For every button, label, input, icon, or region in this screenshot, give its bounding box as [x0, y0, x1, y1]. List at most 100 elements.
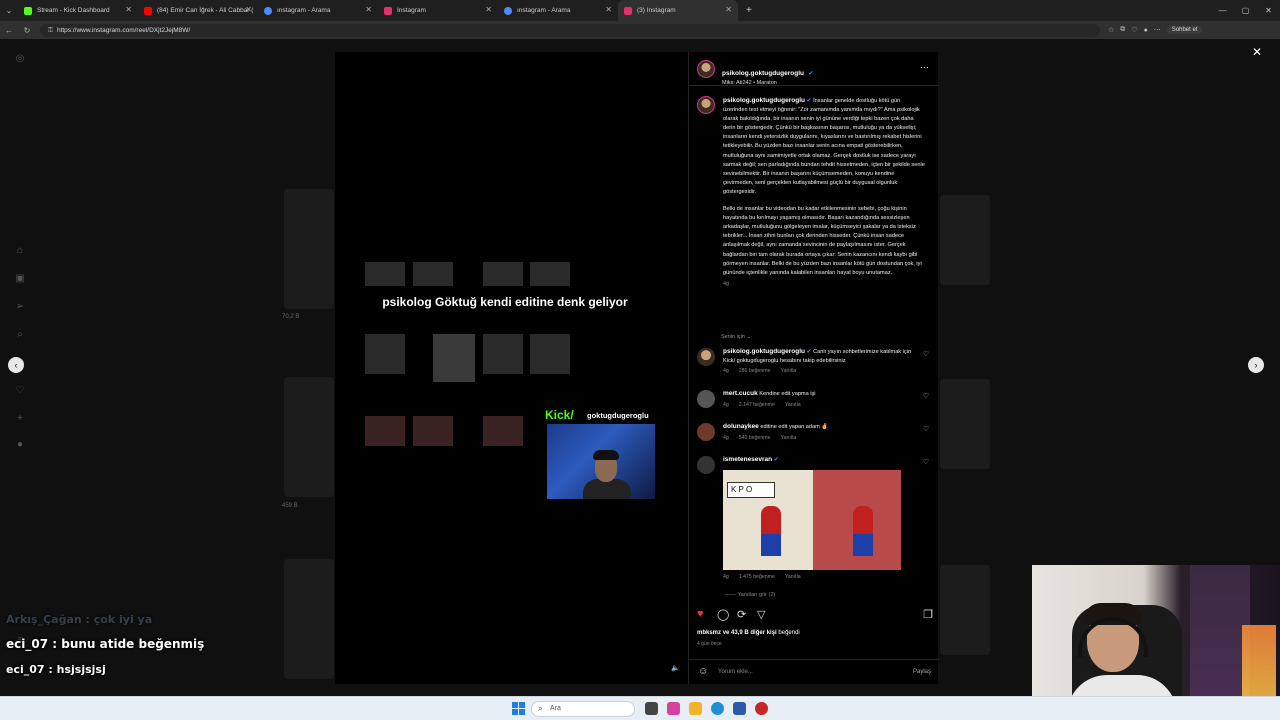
chat-user: eci_07 [6, 637, 49, 651]
browser-tab-bar: ⌄ Stream - Kick Dashboard ✕ (84) Emir Ca… [0, 0, 1280, 21]
profile-icon[interactable]: ● [14, 439, 26, 451]
previous-reel-arrow-icon[interactable]: ‹ [8, 357, 24, 373]
close-tab-icon[interactable]: ✕ [725, 5, 732, 14]
like-heart-icon[interactable]: ♥ [697, 608, 704, 620]
liked-by-rest[interactable]: ve 43,9 B diğer kişi [723, 630, 777, 636]
close-tab-icon[interactable]: ✕ [485, 5, 492, 14]
background-reel-thumb[interactable] [940, 195, 990, 285]
comment-username[interactable]: mert.cucuk [723, 390, 758, 397]
instagram-logo-icon[interactable]: ◎ [14, 53, 26, 65]
tab-menu-chevron-icon[interactable]: ⌄ [0, 6, 18, 15]
comment-likes[interactable]: 286 beğenme [739, 368, 771, 374]
taskbar-search[interactable]: ⌕ Ara [531, 701, 635, 717]
background-reel-thumb[interactable] [940, 379, 990, 469]
comment-username[interactable]: ismetenesevran [723, 456, 772, 463]
view-replies-link[interactable]: —— Yanıtları gör (2) [725, 592, 775, 598]
reels-icon[interactable]: ▣ [14, 273, 26, 285]
caption-username[interactable]: psikolog.goktugdugeroglu [723, 97, 805, 104]
liked-by-line[interactable]: mbksmz ve 43,9 B diğer kişi beğendi [697, 630, 800, 636]
caption-avatar[interactable] [697, 96, 715, 114]
comment-bubble-icon[interactable]: ◯ [717, 608, 729, 621]
profile-avatar-icon[interactable]: ● [1144, 27, 1148, 34]
back-arrow-icon[interactable]: ← [0, 26, 18, 35]
comment-avatar[interactable] [697, 390, 715, 408]
copilot-chat-button[interactable]: Sohbet et [1166, 26, 1203, 34]
chat-user: eci_07 [6, 663, 45, 676]
tab-instagram-active[interactable]: (3) Instagram ✕ [618, 0, 738, 21]
like-comment-heart-icon[interactable]: ♡ [923, 425, 929, 433]
background-reel-thumb[interactable] [284, 189, 334, 309]
comment-input[interactable]: Yorum ekle... [718, 669, 753, 675]
minimize-icon[interactable]: — [1211, 0, 1234, 21]
url-field[interactable]: ⚿ https://www.instagram.com/reel/DXjt2Jej… [40, 23, 1100, 37]
more-menu-icon[interactable]: ⋯ [1154, 26, 1161, 34]
author-username[interactable]: psikolog.goktugdugeroglu [722, 70, 804, 77]
comment-avatar[interactable] [697, 423, 715, 441]
extensions-icon[interactable]: ⧉ [1120, 26, 1125, 34]
close-tab-icon[interactable]: ✕ [245, 5, 252, 14]
comment-likes[interactable]: 1.475 beğenme [739, 574, 775, 580]
comment-username[interactable]: psikolog.goktugdugeroglu [723, 348, 805, 355]
mute-icon[interactable]: 🔈 [671, 664, 680, 672]
comment-avatar[interactable] [697, 456, 715, 474]
close-viewer-icon[interactable]: ✕ [1252, 45, 1262, 59]
audio-label[interactable]: Miks: Ati242 • Maraton [722, 80, 813, 86]
reply-button[interactable]: Yanıtla [785, 574, 801, 580]
repost-icon[interactable]: ⟳ [737, 608, 746, 621]
comment-username[interactable]: dolunaykee [723, 423, 759, 430]
new-tab-plus-icon[interactable]: + [738, 5, 760, 16]
tab-search-1[interactable]: ınstagram - Arama ✕ [258, 0, 378, 21]
view-replies-label: Yanıtları gör (2) [737, 592, 776, 598]
star-icon[interactable]: ☆ [1108, 26, 1114, 34]
notifications-heart-icon[interactable]: ♡ [14, 385, 26, 397]
tab-kick-dashboard[interactable]: Stream - Kick Dashboard ✕ [18, 0, 138, 21]
more-options-icon[interactable]: ⋯ [920, 62, 929, 73]
save-bookmark-icon[interactable]: ❐ [923, 608, 933, 621]
comment-likes[interactable]: 2.147 beğenme [739, 402, 775, 408]
file-explorer-icon[interactable] [689, 702, 702, 715]
liked-by-user[interactable]: mbksmz [697, 630, 721, 636]
author-avatar[interactable] [697, 60, 715, 78]
instagram-icon [624, 6, 632, 15]
tab-instagram[interactable]: Instagram ✕ [378, 0, 498, 21]
maximize-icon[interactable]: ▢ [1234, 0, 1257, 21]
search-icon[interactable]: ⌕ [14, 329, 26, 341]
home-icon[interactable]: ⌂ [14, 245, 26, 257]
edge-browser-icon[interactable] [711, 702, 724, 715]
reply-button[interactable]: Yanıtla [785, 402, 801, 408]
tab-search-2[interactable]: ınstagram - Arama ✕ [498, 0, 618, 21]
like-comment-heart-icon[interactable]: ♡ [923, 392, 929, 400]
close-tab-icon[interactable]: ✕ [125, 5, 132, 14]
comment-gif-spiderman[interactable]: K P O [723, 470, 901, 570]
verified-badge-icon: ✔ [806, 98, 812, 104]
create-plus-icon[interactable]: + [14, 413, 26, 425]
close-tab-icon[interactable]: ✕ [605, 5, 612, 14]
tab-youtube[interactable]: (84) Emir Can İğrek - Ali Cabbar ( ✕ [138, 0, 258, 21]
share-send-icon[interactable]: ▽ [757, 608, 765, 621]
post-comment-button[interactable]: Paylaş [913, 669, 931, 675]
copilot-icon[interactable] [667, 702, 680, 715]
reply-button[interactable]: Yanıtla [781, 435, 797, 441]
next-reel-arrow-icon[interactable]: › [1248, 357, 1264, 373]
sort-dropdown[interactable]: Senin için ⌄ [721, 334, 751, 340]
task-view-icon[interactable] [645, 702, 658, 715]
like-comment-heart-icon[interactable]: ♡ [923, 350, 929, 358]
reload-icon[interactable]: ↻ [18, 26, 36, 35]
background-reel-thumb[interactable] [940, 565, 990, 655]
comment-likes[interactable]: 540 beğenme [739, 435, 771, 441]
emoji-icon[interactable]: ☺ [698, 666, 708, 677]
favorites-icon[interactable]: ♡ [1131, 26, 1137, 34]
close-window-icon[interactable]: ✕ [1257, 0, 1280, 21]
background-reel-thumb[interactable] [284, 377, 334, 497]
comment-avatar[interactable] [697, 348, 715, 366]
like-comment-heart-icon[interactable]: ♡ [923, 458, 929, 466]
obs-icon[interactable] [755, 702, 768, 715]
reply-button[interactable]: Yanıtla [781, 368, 797, 374]
windows-start-icon[interactable] [512, 702, 525, 715]
close-tab-icon[interactable]: ✕ [365, 5, 372, 14]
store-icon[interactable] [733, 702, 746, 715]
background-reel-thumb[interactable] [284, 559, 334, 679]
reel-video[interactable]: psikolog Göktuğ kendi editine denk geliy… [335, 52, 688, 684]
send-icon[interactable]: ➢ [14, 301, 26, 313]
video-grid-thumb [365, 416, 405, 446]
